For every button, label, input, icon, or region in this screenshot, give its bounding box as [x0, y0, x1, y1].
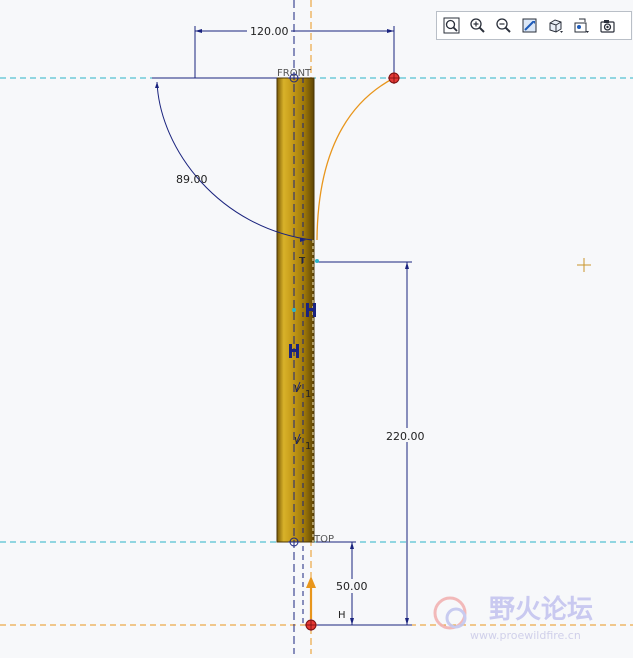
display-style-icon	[549, 19, 563, 33]
dim-horizontal-width[interactable]: 120.00	[250, 25, 289, 38]
sketch-point-mid[interactable]	[292, 308, 296, 312]
zoom-out-button[interactable]	[492, 14, 515, 37]
zoom-out-icon	[496, 18, 511, 33]
constraint-parallel-b[interactable]: 1	[305, 441, 311, 452]
saved-views-button[interactable]	[596, 14, 619, 37]
datum-label-top[interactable]: TOP	[313, 534, 334, 545]
trajectory-start-arrow[interactable]	[306, 576, 316, 619]
zoom-in-button[interactable]	[466, 14, 489, 37]
display-style-button[interactable]	[544, 14, 567, 37]
watermark-logo	[433, 596, 467, 630]
length-dim-arrow-bottom	[405, 618, 409, 625]
endpoint-top-right[interactable]	[388, 72, 400, 84]
height-dim-arrow-top	[350, 542, 354, 549]
height-dim-arrow-bottom	[350, 618, 354, 625]
width-dim-arrow-left	[195, 29, 202, 33]
view-toolbar	[436, 11, 632, 40]
sketch-point-tangent[interactable]	[315, 259, 319, 263]
repaint-icon	[522, 18, 537, 33]
watermark-url: www.proewildfire.cn	[470, 629, 581, 642]
trajectory-arc[interactable]	[316, 77, 395, 241]
constraint-horizontal[interactable]: H	[338, 610, 346, 621]
length-dim-arrow-top	[405, 262, 409, 269]
constraint-vertical-b[interactable]: V	[294, 436, 302, 447]
angle-arrow-top	[155, 82, 159, 88]
dim-arc-angle[interactable]: 89.00	[176, 173, 208, 186]
constraint-tangent[interactable]: T	[298, 256, 306, 267]
constraint-vertical-a[interactable]: V	[294, 384, 302, 395]
view-options-icon	[574, 18, 589, 33]
endpoint-start-bottom[interactable]	[305, 619, 317, 631]
constraint-parallel-a[interactable]: 1	[305, 389, 311, 400]
saved-views-icon	[600, 20, 615, 33]
watermark-title: 野火论坛	[489, 595, 593, 625]
zoom-fit-button[interactable]	[440, 14, 463, 37]
cursor-crosshair	[577, 258, 591, 272]
repaint-button[interactable]	[518, 14, 541, 37]
zoom-in-icon	[470, 18, 485, 33]
zoom-fit-icon	[443, 17, 460, 34]
datum-label-front[interactable]: FRONT	[277, 68, 312, 79]
dim-vertical-length[interactable]: 220.00	[386, 430, 425, 443]
view-options-button[interactable]	[570, 14, 593, 37]
sketch-canvas[interactable]: 89.00 120.00 220.00 50.00 FRONT TOP T H …	[0, 0, 633, 654]
dim-offset-height[interactable]: 50.00	[336, 580, 368, 593]
width-dim-arrow-right	[387, 29, 394, 33]
sketch-graphics[interactable]: 89.00 120.00 220.00 50.00 FRONT TOP T H …	[0, 0, 633, 654]
